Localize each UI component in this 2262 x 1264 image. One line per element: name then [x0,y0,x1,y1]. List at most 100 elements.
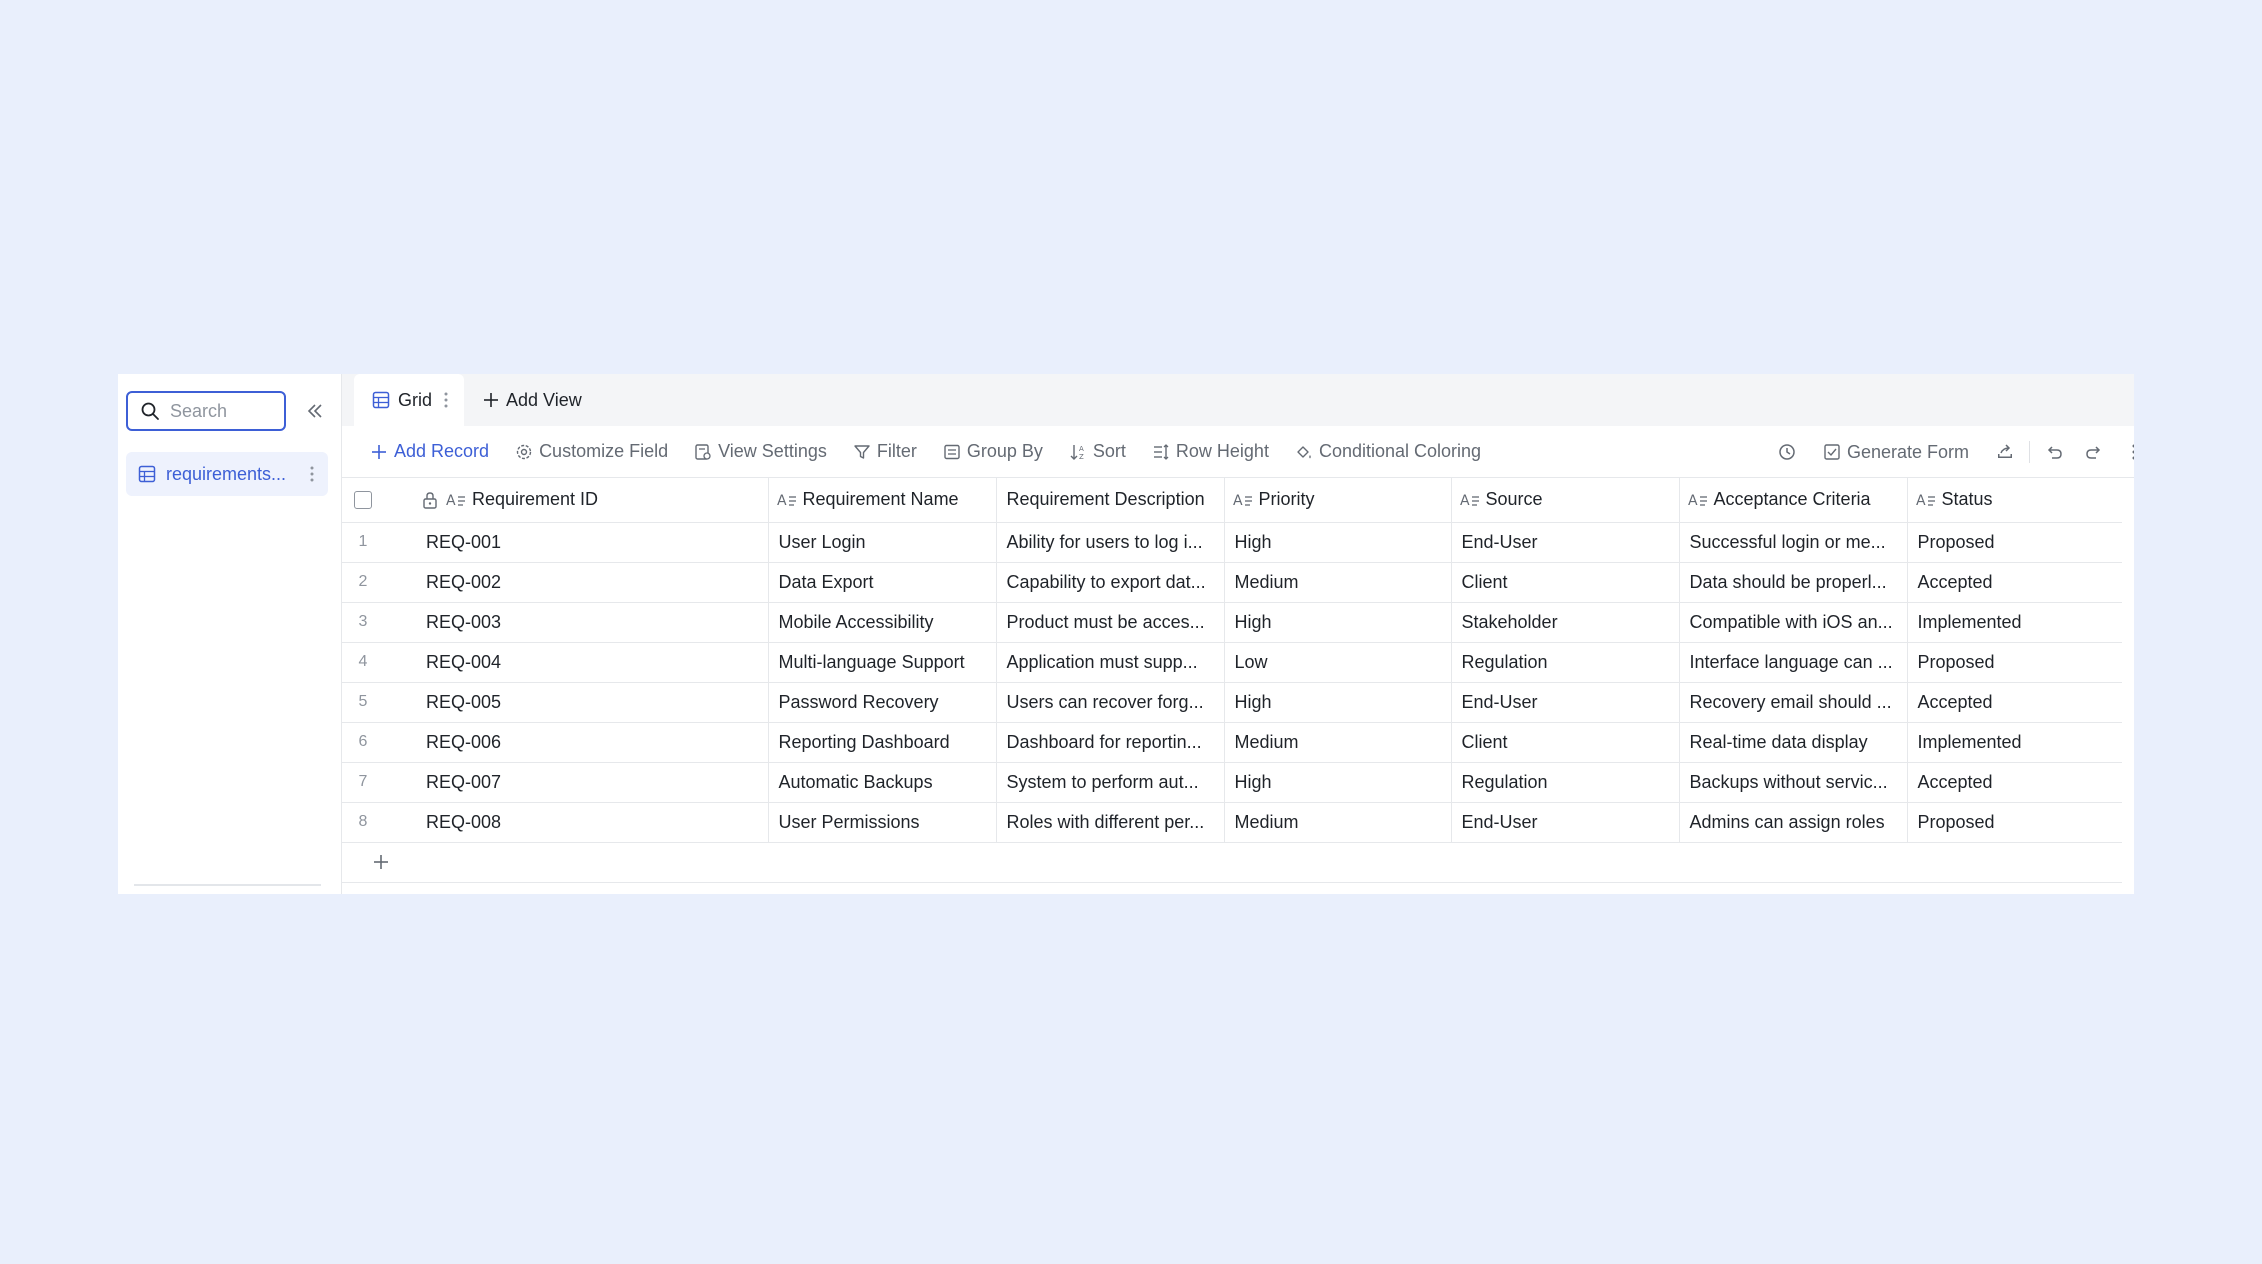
text-field-icon: A [446,492,466,508]
cell-source[interactable]: Client [1450,562,1679,603]
column-header-requirement-id[interactable]: A Requirement ID [384,478,768,523]
table-icon [138,465,156,483]
add-view-button[interactable]: Add View [474,374,590,426]
cell-source[interactable]: Client [1450,722,1679,763]
view-settings-button[interactable]: View Settings [694,441,827,462]
svg-text:A: A [1233,493,1243,508]
cell-requirement-description[interactable]: Roles with different per... [995,802,1224,843]
cell-requirement-id[interactable]: REQ-007 [384,762,768,803]
cell-source[interactable]: Regulation [1450,642,1679,683]
cell-source[interactable]: End-User [1450,522,1679,563]
cell-priority[interactable]: High [1223,602,1451,643]
cell-requirement-description[interactable]: Ability for users to log i... [995,522,1224,563]
table-row[interactable]: 6 REQ-006 Reporting Dashboard Dashboard … [342,722,2122,763]
search-box[interactable] [126,391,286,431]
group-by-button[interactable]: Group By [943,441,1043,462]
table-row[interactable]: 8 REQ-008 User Permissions Roles with di… [342,802,2122,843]
cell-requirement-id[interactable]: REQ-006 [384,722,768,763]
column-header-priority[interactable]: A Priority [1223,478,1451,523]
share-button[interactable] [1995,442,2015,462]
undo-button[interactable] [2044,442,2064,462]
cell-status[interactable]: Accepted [1906,762,2122,803]
sort-button[interactable]: AZ Sort [1069,441,1126,462]
cell-requirement-id[interactable]: REQ-004 [384,642,768,683]
column-header-source[interactable]: A Source [1450,478,1679,523]
cell-source[interactable]: Stakeholder [1450,602,1679,643]
generate-form-button[interactable]: Generate Form [1823,442,1969,463]
table-row[interactable]: 5 REQ-005 Password Recovery Users can re… [342,682,2122,723]
table-row[interactable]: 1 REQ-001 User Login Ability for users t… [342,522,2122,563]
cell-requirement-name[interactable]: Data Export [767,562,996,603]
cell-acceptance-criteria[interactable]: Compatible with iOS an... [1678,602,1907,643]
cell-priority[interactable]: Medium [1223,722,1451,763]
cell-requirement-name[interactable]: User Login [767,522,996,563]
cell-priority[interactable]: High [1223,682,1451,723]
cell-status[interactable]: Implemented [1906,722,2122,763]
column-header-requirement-name[interactable]: A Requirement Name [767,478,996,523]
table-row[interactable]: 4 REQ-004 Multi-language Support Applica… [342,642,2122,683]
table-row[interactable]: 7 REQ-007 Automatic Backups System to pe… [342,762,2122,803]
more-vertical-icon[interactable] [302,466,322,482]
customize-field-button[interactable]: Customize Field [515,441,668,462]
cell-acceptance-criteria[interactable]: Recovery email should ... [1678,682,1907,723]
toolbar-divider [2029,441,2030,463]
table-row[interactable]: 2 REQ-002 Data Export Capability to expo… [342,562,2122,603]
collapse-sidebar-button[interactable] [302,398,328,424]
add-record-button[interactable]: Add Record [370,441,489,462]
cell-status[interactable]: Proposed [1906,642,2122,683]
cell-requirement-name[interactable]: Reporting Dashboard [767,722,996,763]
svg-text:A: A [1460,493,1470,508]
cell-priority[interactable]: High [1223,762,1451,803]
cell-acceptance-criteria[interactable]: Successful login or me... [1678,522,1907,563]
cell-requirement-id[interactable]: REQ-001 [384,522,768,563]
cell-priority[interactable]: Low [1223,642,1451,683]
column-header-requirement-description[interactable]: Requirement Description [995,478,1224,523]
cell-requirement-name[interactable]: Password Recovery [767,682,996,723]
cell-requirement-name[interactable]: Mobile Accessibility [767,602,996,643]
cell-source[interactable]: End-User [1450,802,1679,843]
history-button[interactable] [1777,442,1797,462]
cell-requirement-description[interactable]: Product must be acces... [995,602,1224,643]
more-options-button[interactable] [2132,444,2134,460]
cell-status[interactable]: Accepted [1906,682,2122,723]
table-row[interactable]: 3 REQ-003 Mobile Accessibility Product m… [342,602,2122,643]
cell-priority[interactable]: High [1223,522,1451,563]
cell-requirement-name[interactable]: Automatic Backups [767,762,996,803]
cell-status[interactable]: Proposed [1906,802,2122,843]
more-vertical-icon[interactable] [444,392,448,408]
cell-acceptance-criteria[interactable]: Real-time data display [1678,722,1907,763]
cell-requirement-name[interactable]: User Permissions [767,802,996,843]
cell-requirement-id[interactable]: REQ-008 [384,802,768,843]
tab-grid[interactable]: Grid [354,374,465,426]
cell-status[interactable]: Proposed [1906,522,2122,563]
cell-source[interactable]: End-User [1450,682,1679,723]
row-height-button[interactable]: Row Height [1152,441,1269,462]
column-header-acceptance-criteria[interactable]: A Acceptance Criteria [1678,478,1907,523]
select-all-checkbox[interactable] [354,490,372,509]
cell-status[interactable]: Accepted [1906,562,2122,603]
column-header-status[interactable]: A Status [1906,478,2122,523]
filter-button[interactable]: Filter [853,441,917,462]
cell-status[interactable]: Implemented [1906,602,2122,643]
cell-requirement-description[interactable]: Dashboard for reportin... [995,722,1224,763]
cell-requirement-description[interactable]: Capability to export dat... [995,562,1224,603]
cell-requirement-id[interactable]: REQ-002 [384,562,768,603]
cell-requirement-id[interactable]: REQ-003 [384,602,768,643]
cell-requirement-description[interactable]: System to perform aut... [995,762,1224,803]
cell-requirement-id[interactable]: REQ-005 [384,682,768,723]
cell-requirement-description[interactable]: Users can recover forg... [995,682,1224,723]
cell-priority[interactable]: Medium [1223,802,1451,843]
cell-requirement-name[interactable]: Multi-language Support [767,642,996,683]
cell-source[interactable]: Regulation [1450,762,1679,803]
cell-priority[interactable]: Medium [1223,562,1451,603]
cell-acceptance-criteria[interactable]: Interface language can ... [1678,642,1907,683]
redo-button[interactable] [2084,442,2104,462]
conditional-coloring-button[interactable]: Conditional Coloring [1295,441,1481,462]
cell-acceptance-criteria[interactable]: Backups without servic... [1678,762,1907,803]
search-input[interactable] [170,400,280,422]
cell-acceptance-criteria[interactable]: Admins can assign roles [1678,802,1907,843]
cell-requirement-description[interactable]: Application must supp... [995,642,1224,683]
sidebar-item-requirements[interactable]: requirements... [126,452,328,496]
cell-acceptance-criteria[interactable]: Data should be properl... [1678,562,1907,603]
add-row-button[interactable] [342,843,2122,883]
